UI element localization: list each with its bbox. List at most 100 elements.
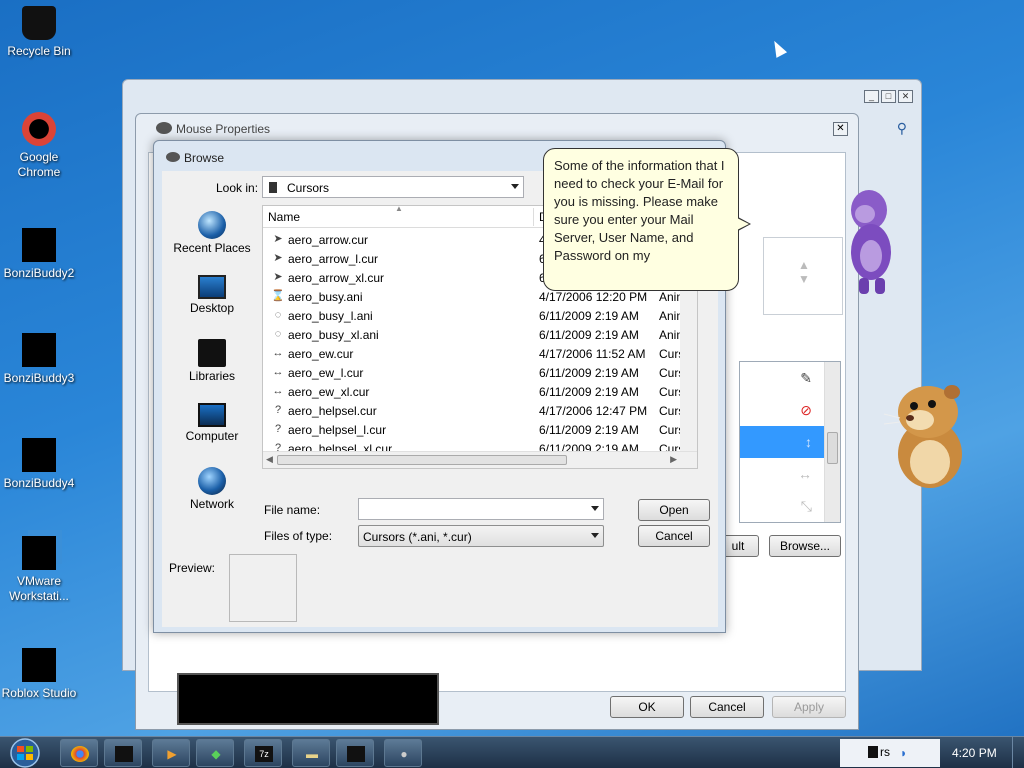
- taskbar-clock[interactable]: 4:20 PM: [952, 746, 997, 760]
- file-date: 6/11/2009 2:19 AM: [539, 423, 639, 437]
- window-title: Mouse Properties: [176, 122, 271, 136]
- horizontal-scrollbar[interactable]: ◀ ▶: [263, 451, 697, 468]
- start-button[interactable]: [4, 737, 46, 768]
- mouse-cursor-icon: [768, 38, 788, 58]
- taskbar-network[interactable]: ◆: [196, 739, 234, 767]
- mouse-icon: [166, 152, 180, 162]
- ok-button[interactable]: OK: [610, 696, 684, 718]
- close-button[interactable]: ✕: [833, 122, 848, 136]
- scrollbar-thumb[interactable]: [827, 432, 838, 464]
- file-row[interactable]: ↔ aero_ew_xl.cur 6/11/2009 2:19 AM Cursor: [263, 382, 697, 401]
- desktop-icon-bonzibuddy3[interactable]: BonziBuddy3: [0, 333, 78, 386]
- scroll-left-icon[interactable]: ◀: [266, 454, 273, 465]
- place-recent-places[interactable]: Recent Places: [162, 211, 262, 271]
- desktop-icon-bonzibuddy2[interactable]: BonziBuddy2: [0, 228, 78, 281]
- file-row[interactable]: ? aero_helpsel.cur 4/17/2006 12:47 PM Curso…: [263, 401, 697, 420]
- search-icon[interactable]: ⚲: [897, 120, 907, 137]
- place-libraries[interactable]: Libraries: [162, 339, 262, 399]
- desktop-icon-label: Recycle Bin: [7, 44, 71, 58]
- taskbar-chrome[interactable]: [60, 739, 98, 767]
- desktop-icon-label: BonziBuddy4: [3, 476, 75, 490]
- chevron-down-icon[interactable]: [591, 506, 599, 511]
- minimize-button[interactable]: _: [864, 90, 879, 103]
- taskbar-media-player[interactable]: ▶: [152, 739, 190, 767]
- file-date: 4/17/2006 12:20 PM: [539, 290, 648, 304]
- preview-label: Preview:: [169, 561, 216, 575]
- taskbar-7z[interactable]: 7z: [244, 739, 282, 767]
- tray-icon[interactable]: [868, 746, 878, 758]
- desktop-icon-chrome[interactable]: Google Chrome: [0, 112, 78, 180]
- cursor-file-icon: ?: [274, 404, 282, 416]
- vertical-scrollbar[interactable]: [824, 362, 840, 522]
- taskbar-window[interactable]: [104, 739, 142, 767]
- column-separator[interactable]: [533, 208, 534, 226]
- resize-arrow-icon: ▲ ▼: [798, 258, 810, 286]
- look-in-dropdown[interactable]: Cursors: [262, 176, 524, 198]
- file-row[interactable]: ◌ aero_busy_l.ani 6/11/2009 2:19 AM Anima: [263, 306, 697, 325]
- file-row[interactable]: ↔ aero_ew_l.cur 6/11/2009 2:19 AM Cursor: [263, 363, 697, 382]
- taskbar-mouse[interactable]: ●: [384, 739, 422, 767]
- open-button[interactable]: Open: [638, 499, 710, 521]
- desktop-icon-vmware[interactable]: VMware Workstati...: [0, 536, 78, 604]
- places-bar: Recent Places Desktop Libraries Computer…: [162, 207, 262, 527]
- scrollbar-thumb[interactable]: [277, 455, 567, 465]
- libraries-icon: [198, 339, 226, 367]
- maximize-button[interactable]: □: [881, 90, 896, 103]
- apply-button[interactable]: Apply: [772, 696, 846, 718]
- desktop-icon-recycle-bin[interactable]: Recycle Bin: [0, 6, 78, 59]
- browse-button[interactable]: Browse...: [769, 535, 841, 557]
- place-network[interactable]: Network: [162, 467, 262, 527]
- pointer-preview-area: [177, 673, 439, 725]
- file-name: aero_helpsel_l.cur: [288, 423, 387, 437]
- place-computer[interactable]: Computer: [162, 403, 262, 463]
- file-date: 4/17/2006 12:47 PM: [539, 404, 648, 418]
- cancel-button[interactable]: Cancel: [690, 696, 764, 718]
- desktop-icon-label: BonziBuddy2: [3, 266, 75, 280]
- cancel-button[interactable]: Cancel: [638, 525, 710, 547]
- folder-icon: ▬: [306, 747, 318, 761]
- folder-icon: [269, 182, 277, 193]
- place-desktop[interactable]: Desktop: [162, 275, 262, 335]
- column-header-name[interactable]: Name: [268, 210, 300, 224]
- tray-volume-icon[interactable]: ◗: [900, 746, 907, 760]
- chevron-down-icon: [511, 184, 519, 189]
- file-name-input[interactable]: [358, 498, 604, 520]
- network-icon: [198, 467, 226, 495]
- cursor-file-icon: ➤: [273, 252, 283, 264]
- bonzibuddy-icon: [22, 228, 56, 262]
- mouse-icon: ●: [400, 747, 408, 761]
- desktop-icon-label: BonziBuddy3: [3, 371, 75, 385]
- close-button[interactable]: ✕: [898, 90, 913, 103]
- notification-area[interactable]: rs ◗: [840, 739, 940, 767]
- taskbar-explorer[interactable]: ▬: [292, 739, 330, 767]
- file-row[interactable]: ? aero_helpsel_l.cur 6/11/2009 2:19 AM Curs…: [263, 420, 697, 439]
- file-name: aero_helpsel.cur: [288, 404, 377, 418]
- taskbar: ▶ ◆ 7z ▬ ● rs ◗ 4:20 PM: [0, 736, 1024, 768]
- desktop-icon-roblox-studio[interactable]: Roblox Studio: [0, 648, 78, 701]
- scroll-right-icon[interactable]: ▶: [670, 454, 677, 465]
- place-label: Libraries: [188, 369, 236, 383]
- cursor-file-icon: ➤: [273, 271, 283, 283]
- cursor-scheme-list[interactable]: ✎ ⊘ ↕ ↔ ⤡: [739, 361, 841, 523]
- files-of-type-value: Cursors (*.ani, *.cur): [363, 530, 472, 544]
- bonzibuddy-character[interactable]: [845, 188, 895, 296]
- handwriting-cursor-icon: ✎: [800, 370, 812, 386]
- files-of-type-label: Files of type:: [264, 529, 333, 543]
- speech-balloon[interactable]: Some of the information that I need to c…: [543, 148, 751, 291]
- file-row[interactable]: ↔ aero_ew.cur 4/17/2006 11:52 AM Cursor: [263, 344, 697, 363]
- chrome-icon: [71, 746, 89, 762]
- balloon-text: Some of the information that I need to c…: [554, 158, 725, 263]
- file-date: 4/17/2006 11:52 AM: [539, 347, 646, 361]
- show-desktop-button[interactable]: [1012, 737, 1024, 768]
- cursor-file-icon: ↔: [272, 385, 284, 397]
- taskbar-monitor[interactable]: [336, 739, 374, 767]
- file-date: 6/11/2009 2:19 AM: [539, 385, 639, 399]
- network-icon: ◆: [211, 747, 221, 761]
- file-row[interactable]: ◌ aero_busy_xl.ani 6/11/2009 2:19 AM Anima: [263, 325, 697, 344]
- file-name: aero_arrow.cur: [288, 233, 369, 247]
- files-of-type-dropdown[interactable]: Cursors (*.ani, *.cur): [358, 525, 604, 547]
- cursor-file-icon: ◌: [274, 309, 282, 321]
- desktop-icon-label: Roblox Studio: [1, 686, 77, 700]
- desktop-icon-bonzibuddy4[interactable]: BonziBuddy4: [0, 438, 78, 491]
- hamster-character[interactable]: [880, 378, 970, 490]
